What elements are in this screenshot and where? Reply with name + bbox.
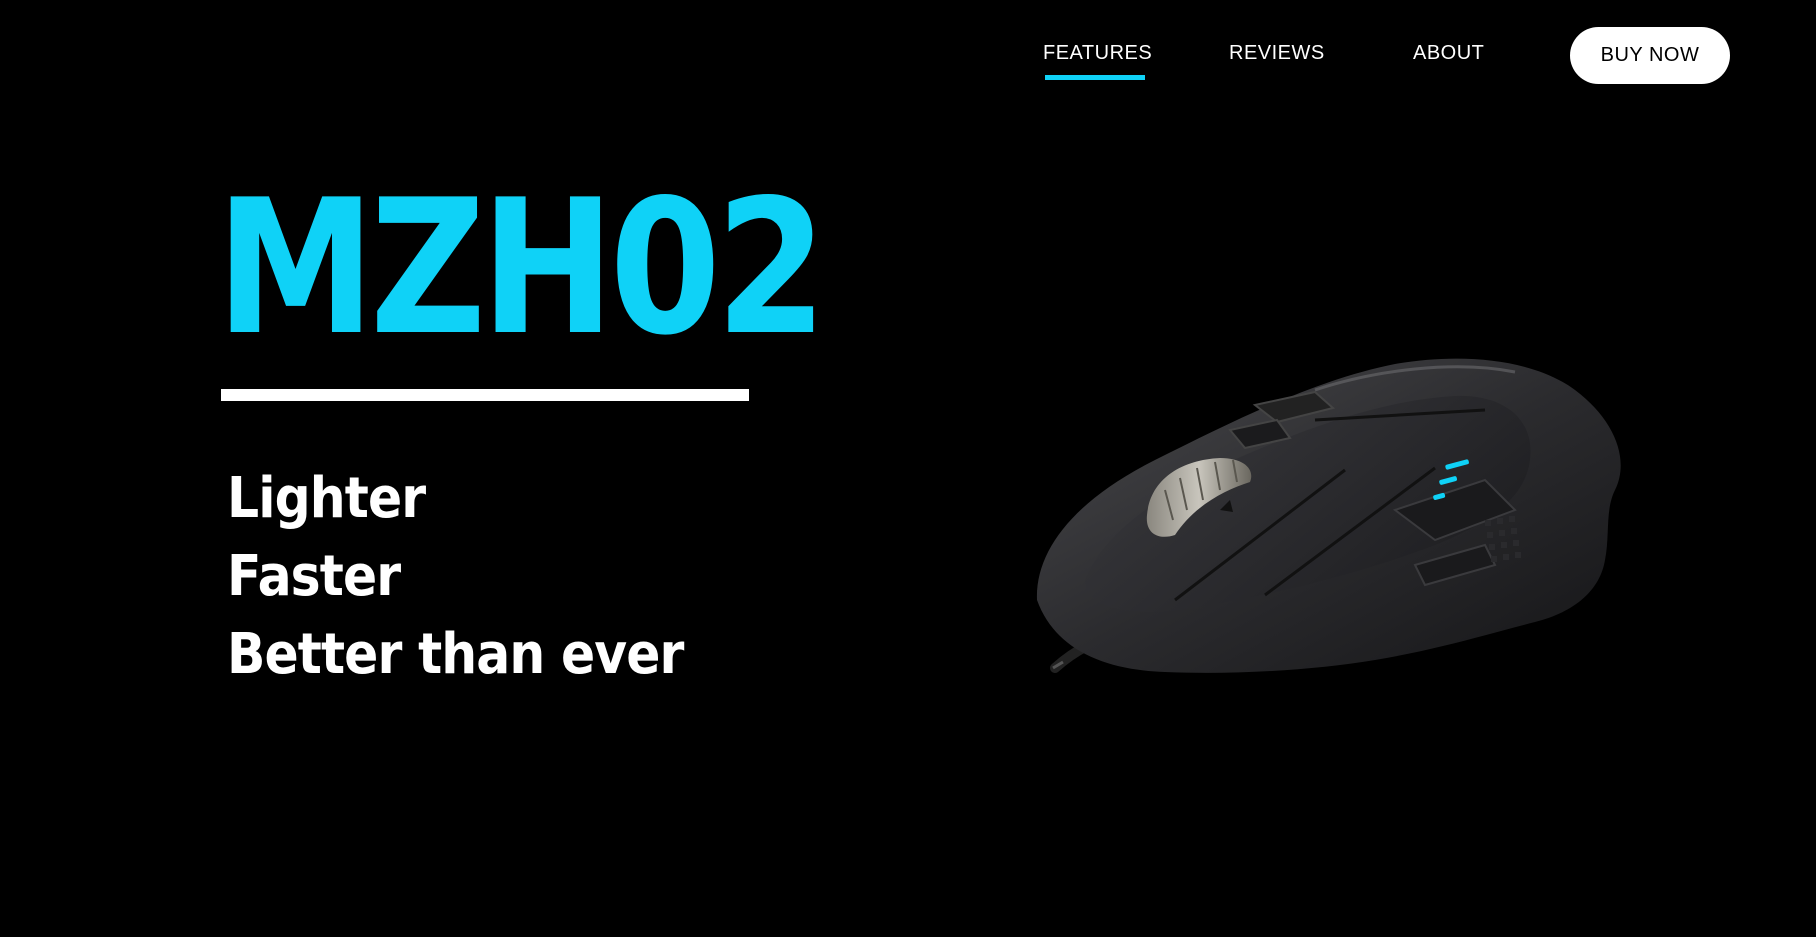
- nav-link-features[interactable]: FEATURES: [1043, 42, 1152, 65]
- tagline-list: Lighter Faster Better than ever: [227, 460, 734, 694]
- tagline-item: Lighter: [227, 466, 426, 531]
- tagline-item: Better than ever: [227, 622, 684, 687]
- title-divider: [221, 389, 749, 401]
- top-navigation: FEATURES REVIEWS ABOUT BUY NOW: [0, 0, 1816, 110]
- buy-now-button[interactable]: BUY NOW: [1570, 27, 1730, 84]
- nav-link-reviews[interactable]: REVIEWS: [1229, 42, 1325, 65]
- gaming-mouse-image: [1036, 358, 1621, 673]
- tagline-item: Faster: [227, 544, 401, 609]
- product-title: MZH02: [216, 159, 827, 376]
- nav-link-about[interactable]: ABOUT: [1413, 42, 1484, 65]
- active-tab-indicator: [1045, 75, 1145, 80]
- landing-page: FEATURES REVIEWS ABOUT BUY NOW MZH02 Lig…: [0, 0, 1816, 937]
